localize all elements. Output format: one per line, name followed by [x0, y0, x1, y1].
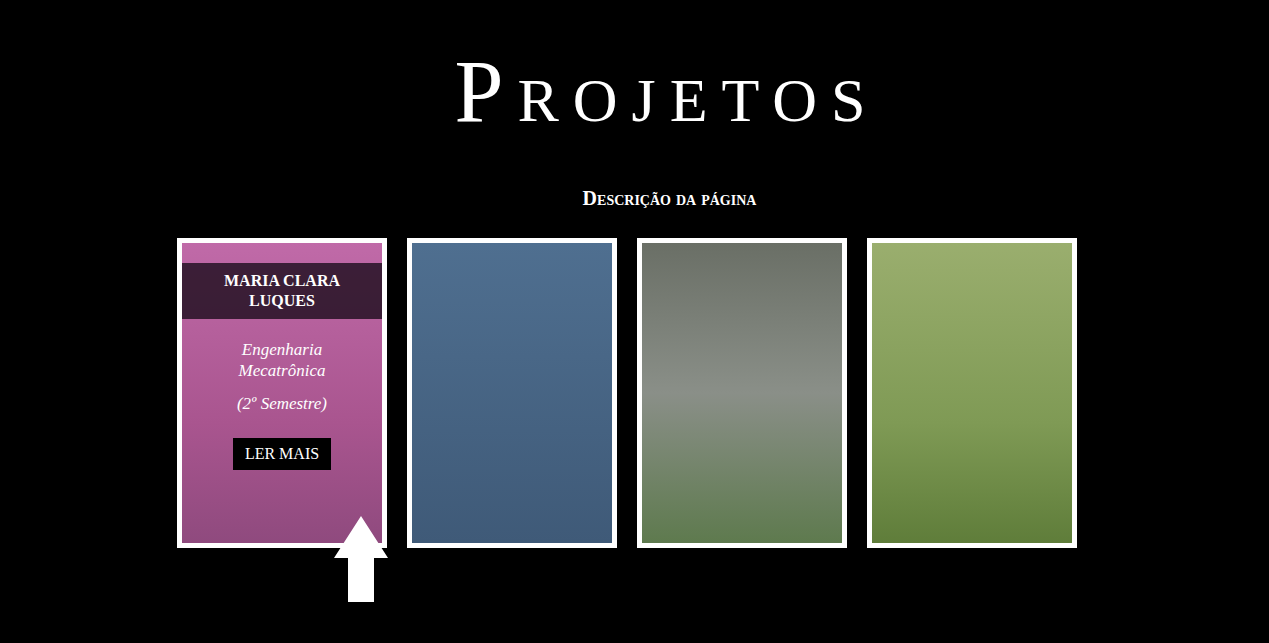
- up-arrow-icon: [334, 516, 388, 604]
- read-more-button[interactable]: LER MAIS: [233, 438, 331, 470]
- project-card[interactable]: [867, 238, 1077, 548]
- page-description: Descrição da página: [513, 186, 757, 210]
- page-title: Projetos: [389, 48, 879, 136]
- project-card[interactable]: MARIA CLARA LUQUES Engenharia Mecatrônic…: [177, 238, 387, 548]
- projects-page: Projetos Descrição da página MARIA CLARA…: [0, 0, 1269, 643]
- project-card[interactable]: [637, 238, 847, 548]
- student-name: MARIA CLARA LUQUES: [182, 263, 382, 319]
- semester: (2º Semestre): [237, 393, 327, 414]
- project-card[interactable]: [407, 238, 617, 548]
- course: Engenharia Mecatrônica: [182, 339, 382, 381]
- cards-row: MARIA CLARA LUQUES Engenharia Mecatrônic…: [177, 238, 1077, 548]
- card-overlay: MARIA CLARA LUQUES Engenharia Mecatrônic…: [182, 243, 382, 470]
